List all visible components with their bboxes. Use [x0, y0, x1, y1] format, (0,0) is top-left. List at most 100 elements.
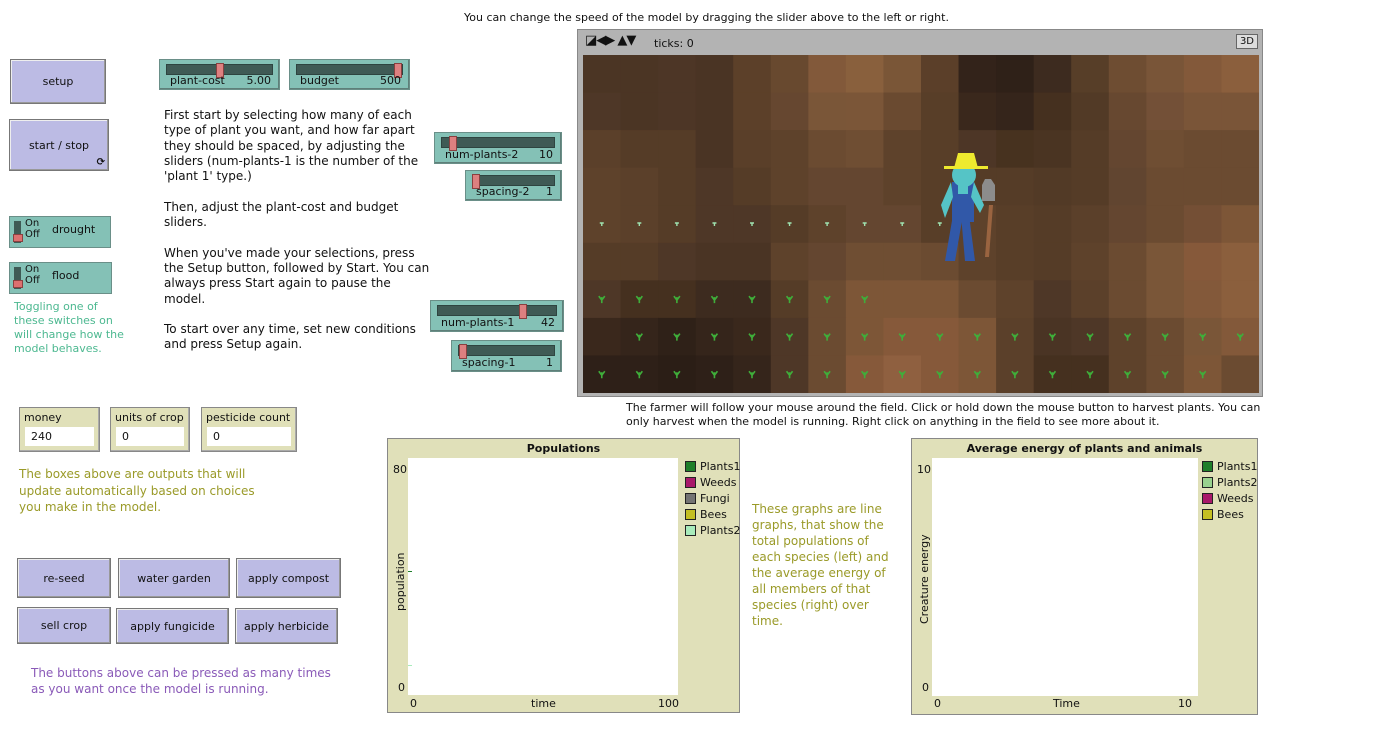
x-min-label: 0	[934, 697, 941, 710]
plot-area	[932, 458, 1198, 696]
num-plants-1-slider[interactable]: num-plants-1 42	[430, 300, 564, 332]
monitor-label: pesticide count	[206, 411, 291, 424]
patch	[883, 92, 922, 131]
patch	[695, 92, 734, 131]
plant-cost-slider[interactable]: plant-cost 5.00	[159, 59, 280, 90]
drought-switch[interactable]: On Off drought	[9, 216, 111, 248]
patch	[770, 55, 809, 94]
button-label: apply herbicide	[244, 619, 329, 633]
patch	[845, 242, 884, 281]
patch	[845, 92, 884, 131]
switch-knob[interactable]	[13, 234, 23, 242]
legend-item: Bees	[1202, 506, 1257, 522]
patch	[583, 55, 622, 94]
legend-swatch	[685, 508, 696, 520]
patch	[1033, 242, 1072, 281]
graphs-note: These graphs are line graphs, that show …	[752, 502, 889, 628]
plot-title: Average energy of plants and animals	[966, 442, 1203, 455]
patch	[1221, 167, 1259, 206]
patch	[1108, 92, 1147, 131]
spacing-2-slider[interactable]: spacing-2 1	[465, 170, 562, 201]
legend-item: Plants1	[685, 458, 740, 474]
switch-name: drought	[52, 223, 96, 236]
legend-item: Plants2	[685, 522, 740, 538]
patch	[1071, 92, 1110, 131]
patch	[1071, 130, 1110, 169]
patch	[1033, 130, 1072, 169]
patch	[733, 242, 772, 281]
patch	[808, 167, 847, 206]
patch	[1108, 242, 1147, 281]
patch	[1146, 55, 1185, 94]
patch	[1221, 205, 1259, 244]
plot-area	[408, 458, 678, 695]
monitor-value: 240	[25, 427, 94, 446]
patch	[695, 55, 734, 94]
legend-swatch	[1202, 492, 1213, 504]
patch	[1183, 205, 1222, 244]
sell-crop-button[interactable]: sell crop	[17, 607, 111, 644]
slider-label: num-plants-2	[445, 148, 519, 161]
budget-slider[interactable]: budget 500	[289, 59, 410, 90]
view-header: ◪◀▶ ▲▼ ticks: 0 3D	[578, 30, 1262, 55]
patch	[1071, 242, 1110, 281]
water-garden-button[interactable]: water garden	[118, 558, 230, 598]
patch	[1146, 92, 1185, 131]
patch	[658, 167, 697, 206]
spacing-1-slider[interactable]: spacing-1 1	[451, 340, 562, 372]
patch	[1071, 55, 1110, 94]
setup-label: setup	[42, 75, 74, 88]
patch	[1108, 167, 1147, 206]
patch	[996, 242, 1035, 281]
flood-switch[interactable]: On Off flood	[9, 262, 112, 294]
patch	[1183, 55, 1222, 94]
switch-knob[interactable]	[13, 280, 23, 288]
apply-herbicide-button[interactable]: apply herbicide	[235, 608, 338, 644]
legend-swatch	[685, 524, 696, 536]
world-view[interactable]: ◪◀▶ ▲▼ ticks: 0 3D	[577, 29, 1263, 397]
world-canvas[interactable]	[583, 55, 1259, 393]
legend-swatch	[1202, 476, 1213, 488]
legend-item: Weeds	[1202, 490, 1257, 506]
view-note: The farmer will follow your mouse around…	[626, 401, 1261, 428]
patch	[733, 55, 772, 94]
legend-item: Plants2	[1202, 474, 1257, 490]
patch	[845, 167, 884, 206]
slider-track[interactable]	[441, 136, 555, 151]
patch	[996, 55, 1035, 94]
patch	[845, 130, 884, 169]
3d-button[interactable]: 3D	[1235, 34, 1258, 49]
plot-point-Plants2	[408, 665, 412, 667]
patch	[1071, 205, 1110, 244]
slider-thumb[interactable]	[518, 304, 527, 319]
patch	[883, 55, 922, 94]
patch	[583, 92, 622, 131]
patch	[770, 92, 809, 131]
re-seed-button[interactable]: re-seed	[17, 558, 111, 598]
patch	[921, 130, 960, 169]
legend-swatch	[685, 460, 696, 472]
monitor-units-of-crop: units of crop 0	[110, 407, 190, 452]
patch	[1221, 242, 1259, 281]
slider-value: 42	[541, 316, 555, 329]
start-stop-button[interactable]: start / stop ⟳	[9, 119, 109, 171]
off-label: Off	[25, 229, 40, 240]
legend-item: Plants1	[1202, 458, 1257, 474]
patch	[1033, 280, 1072, 319]
apply-compost-button[interactable]: apply compost	[236, 558, 341, 598]
patch	[808, 92, 847, 131]
num-plants-2-slider[interactable]: num-plants-2 10	[434, 132, 562, 164]
slider-label: num-plants-1	[441, 316, 515, 329]
slider-track[interactable]	[437, 304, 557, 319]
patch	[808, 130, 847, 169]
apply-fungicide-button[interactable]: apply fungicide	[116, 608, 229, 644]
slider-value: 500	[380, 74, 401, 87]
slider-track[interactable]	[458, 344, 555, 359]
x-axis-label: time	[531, 697, 556, 710]
view-control-icons[interactable]: ◪◀▶ ▲▼	[585, 33, 636, 48]
y-axis-label: Creature energy	[918, 534, 931, 624]
patch	[1221, 92, 1259, 131]
setup-button[interactable]: setup	[10, 59, 106, 104]
patch	[1221, 280, 1259, 319]
monitor-label: money	[24, 411, 62, 424]
